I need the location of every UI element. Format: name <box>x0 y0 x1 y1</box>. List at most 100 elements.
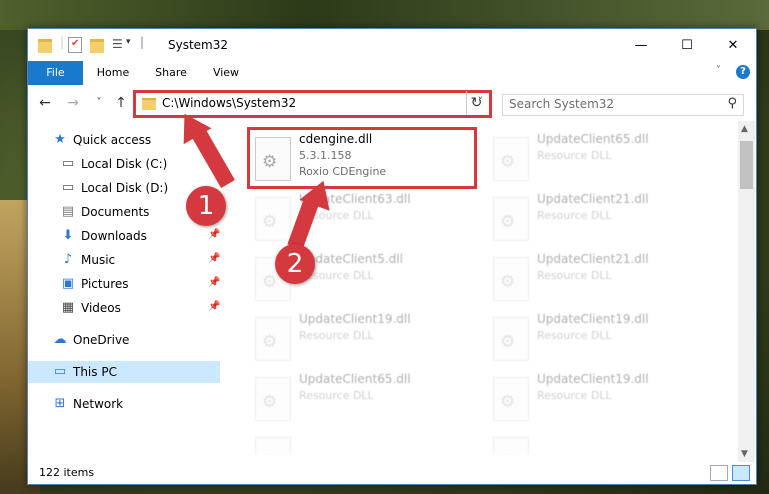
large-icons-view-icon[interactable] <box>732 465 750 481</box>
search-icon[interactable]: ⚲ <box>727 96 737 111</box>
sidebar-item-label: This PC <box>73 365 117 379</box>
sidebar-item-label: Downloads <box>81 229 147 243</box>
ribbon-tabs: File Home Share View ˅ ? <box>28 61 756 117</box>
videos-icon: ▦ <box>61 300 75 315</box>
back-button[interactable]: ← <box>36 94 54 112</box>
expand-ribbon-icon[interactable]: ˅ <box>716 65 721 76</box>
pin-icon[interactable]: 📌 <box>208 253 220 264</box>
file-item[interactable]: ⚙ UpdateClient21.dll Resource DLL <box>487 189 712 245</box>
help-icon[interactable]: ? <box>736 65 750 79</box>
pin-icon[interactable]: 📌 <box>208 229 220 240</box>
status-bar: 122 items <box>28 462 756 484</box>
recent-locations-button[interactable]: ˅ <box>90 94 108 112</box>
file-description: Resource DLL <box>299 329 374 342</box>
item-count: 122 items <box>39 466 95 479</box>
dll-file-icon: ⚙ <box>493 437 529 455</box>
file-highlight-box <box>247 127 477 189</box>
sidebar-item-label: Documents <box>81 205 150 219</box>
pin-icon[interactable]: 📌 <box>208 277 220 288</box>
address-path[interactable]: C:\Windows\System32 <box>162 96 296 110</box>
scroll-down-icon[interactable]: ▼ <box>741 449 748 459</box>
gear-icon: ⚙ <box>262 452 277 455</box>
chevron-down-icon[interactable]: ▾ <box>126 37 131 47</box>
file-item[interactable]: ⚙ UpdateClient19.dll Resource DLL <box>249 309 474 365</box>
file-description: Resource DLL <box>537 209 612 222</box>
vertical-scrollbar[interactable]: ▲ ▼ <box>738 121 755 462</box>
file-item[interactable]: ⚙ UpdateClient19.dll Resource DLL <box>487 369 712 425</box>
scroll-up-icon[interactable]: ▲ <box>741 124 748 134</box>
forward-button[interactable]: → <box>64 94 82 112</box>
tab-view[interactable]: View <box>210 61 242 85</box>
pin-icon[interactable]: 📌 <box>208 301 220 312</box>
dll-file-icon: ⚙ <box>255 317 291 361</box>
documents-icon: ▤ <box>61 204 75 219</box>
minimize-button[interactable]: — <box>618 29 664 61</box>
pictures-icon: ▣ <box>61 276 75 291</box>
file-description: Resource DLL <box>537 269 612 282</box>
callout-2: 2 <box>275 244 315 284</box>
dll-file-icon: ⚙ <box>255 197 291 241</box>
drive-icon: ▭ <box>61 156 75 171</box>
up-button[interactable]: ↑ <box>112 94 130 112</box>
sidebar-item-label: OneDrive <box>73 333 130 347</box>
file-name: UpdateClient19.dll <box>537 312 649 326</box>
file-item[interactable]: ⚙ UpdateClient63.dll Resource DLL <box>249 189 474 245</box>
search-input[interactable]: Search System32 ⚲ <box>502 94 744 116</box>
file-description: Resource DLL <box>537 329 612 342</box>
sidebar-item-videos[interactable]: ▦ Videos 📌 <box>28 297 221 319</box>
sidebar-item-this-pc[interactable]: ▭ This PC <box>28 361 220 383</box>
network-icon: ⊞ <box>54 396 66 411</box>
file-name: UpdateClient21.dll <box>537 252 649 266</box>
gear-icon: ⚙ <box>500 212 516 232</box>
title-bar: | ✔ ☰ ▾ | System32 — ☐ ✕ <box>28 29 756 61</box>
dll-file-icon: ⚙ <box>493 317 529 361</box>
dll-file-icon: ⚙ <box>493 197 529 241</box>
dll-file-icon: ⚙ <box>255 437 291 455</box>
sidebar-item-pictures[interactable]: ▣ Pictures 📌 <box>28 273 221 295</box>
details-view-icon[interactable] <box>710 465 728 481</box>
sidebar-item-onedrive[interactable]: ☁ OneDrive <box>28 329 220 351</box>
file-item[interactable]: ⚙ <box>249 429 474 455</box>
dll-file-icon: ⚙ <box>493 257 529 301</box>
file-item[interactable]: ⚙ <box>487 429 712 455</box>
gear-icon: ⚙ <box>500 152 516 172</box>
callout-1: 1 <box>186 186 226 226</box>
computer-icon: ▭ <box>53 364 67 379</box>
download-icon: ⬇ <box>62 228 74 243</box>
sidebar-item-label: Music <box>81 253 116 267</box>
cloud-icon: ☁ <box>53 332 67 347</box>
close-button[interactable]: ✕ <box>710 29 756 61</box>
desktop-background-top <box>0 0 769 30</box>
dll-file-icon: ⚙ <box>493 137 529 181</box>
gear-icon: ⚙ <box>500 272 516 292</box>
file-name: UpdateClient21.dll <box>537 192 649 206</box>
file-item[interactable]: ⚙ UpdateClient65.dll Resource DLL <box>249 369 474 425</box>
scroll-thumb[interactable] <box>740 141 753 189</box>
new-folder-icon[interactable] <box>90 39 104 53</box>
gear-icon: ⚙ <box>262 272 278 292</box>
gear-icon: ⚙ <box>500 332 516 352</box>
maximize-button[interactable]: ☐ <box>664 29 710 61</box>
file-item[interactable]: ⚙ UpdateClient19.dll Resource DLL <box>487 309 712 365</box>
navigation-bar: ← → ˅ ↑ C:\Windows\System32 ˅ ↻ Search S… <box>28 85 756 121</box>
file-item[interactable]: ⚙ UpdateClient65.dll Resource DLL <box>487 129 712 185</box>
sidebar-item-downloads[interactable]: ⬇ Downloads 📌 <box>28 225 221 247</box>
tab-home[interactable]: Home <box>94 61 132 85</box>
toolbar-separator: | <box>60 35 65 49</box>
sidebar-item-local-disk-c[interactable]: ▭ Local Disk (C:) 📌 <box>28 153 221 175</box>
customize-toolbar-icon[interactable]: ☰ <box>112 37 123 51</box>
gear-icon: ⚙ <box>262 212 278 232</box>
gear-icon: ⚙ <box>500 392 516 412</box>
refresh-icon[interactable]: ↻ <box>466 91 486 115</box>
gear-icon: ⚙ <box>262 332 278 352</box>
sidebar-item-music[interactable]: ♪ Music 📌 <box>28 249 221 271</box>
sidebar-item-label: Network <box>73 397 124 411</box>
file-item[interactable]: ⚙ UpdateClient21.dll Resource DLL <box>487 249 712 305</box>
folder-icon <box>142 98 156 110</box>
tab-share[interactable]: Share <box>152 61 190 85</box>
sidebar-item-label: Videos <box>81 301 121 315</box>
properties-icon[interactable]: ✔ <box>68 37 82 53</box>
folder-icon[interactable] <box>38 39 52 53</box>
gear-icon: ⚙ <box>500 452 515 455</box>
sidebar-item-network[interactable]: ⊞ Network <box>28 393 220 415</box>
